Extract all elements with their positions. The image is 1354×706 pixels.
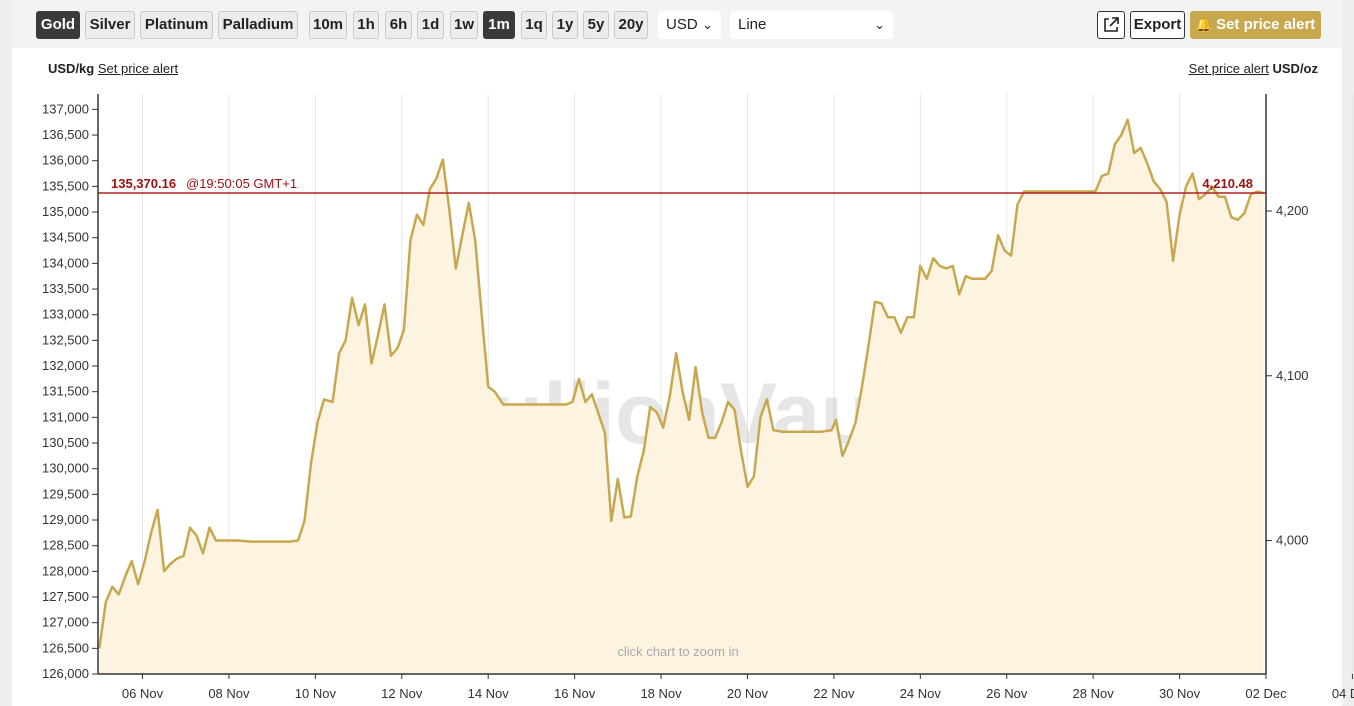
y-tick-label: 136,000 bbox=[42, 153, 89, 168]
y2-tick-label: 4,200 bbox=[1276, 203, 1309, 218]
y-tick-label: 130,000 bbox=[42, 461, 89, 476]
y2-tick-label: 4,100 bbox=[1276, 368, 1309, 383]
x-tick-label: 02 Dec bbox=[1245, 686, 1287, 701]
y-tick-label: 133,500 bbox=[42, 281, 89, 296]
y-tick-label: 127,500 bbox=[42, 589, 89, 604]
y-tick-label: 132,500 bbox=[42, 332, 89, 347]
y-tick-label: 135,000 bbox=[42, 204, 89, 219]
y-tick-label: 131,000 bbox=[42, 409, 89, 424]
y-tick-label: 131,500 bbox=[42, 384, 89, 399]
current-value-kg: 135,370.16 bbox=[111, 176, 176, 191]
x-tick-label: 10 Nov bbox=[295, 686, 337, 701]
zoom-hint: click chart to zoom in bbox=[617, 644, 738, 659]
x-tick-label: 18 Nov bbox=[640, 686, 682, 701]
x-tick-label: 20 Nov bbox=[727, 686, 769, 701]
y-tick-label: 126,500 bbox=[42, 640, 89, 655]
x-tick-label: 04 Dec bbox=[1332, 686, 1354, 701]
y-tick-label: 128,500 bbox=[42, 538, 89, 553]
current-time: @19:50:05 GMT+1 bbox=[186, 176, 297, 191]
y-tick-label: 132,000 bbox=[42, 358, 89, 373]
y-tick-label: 133,000 bbox=[42, 307, 89, 322]
x-tick-label: 26 Nov bbox=[986, 686, 1028, 701]
y-tick-label: 136,500 bbox=[42, 127, 89, 142]
x-tick-label: 12 Nov bbox=[381, 686, 423, 701]
x-tick-label: 16 Nov bbox=[554, 686, 596, 701]
current-value-oz: 4,210.48 bbox=[1202, 176, 1253, 191]
y-tick-label: 135,500 bbox=[42, 178, 89, 193]
y-tick-label: 137,000 bbox=[42, 101, 89, 116]
y-tick-label: 127,000 bbox=[42, 615, 89, 630]
y2-tick-label: 4,000 bbox=[1276, 533, 1309, 548]
y-tick-label: 129,000 bbox=[42, 512, 89, 527]
y-tick-label: 126,000 bbox=[42, 666, 89, 681]
x-tick-label: 28 Nov bbox=[1073, 686, 1115, 701]
y-tick-label: 134,500 bbox=[42, 230, 89, 245]
x-tick-label: 08 Nov bbox=[208, 686, 250, 701]
x-tick-label: 24 Nov bbox=[900, 686, 942, 701]
y-tick-label: 129,500 bbox=[42, 486, 89, 501]
y-tick-label: 134,000 bbox=[42, 255, 89, 270]
price-area bbox=[99, 119, 1264, 674]
x-tick-label: 14 Nov bbox=[468, 686, 510, 701]
price-chart[interactable]: BullionVault 135,370.16 @19:50:05 GMT+1 … bbox=[0, 0, 1354, 706]
x-tick-label: 30 Nov bbox=[1159, 686, 1201, 701]
y-tick-label: 130,500 bbox=[42, 435, 89, 450]
y-tick-label: 128,000 bbox=[42, 563, 89, 578]
x-tick-label: 22 Nov bbox=[813, 686, 855, 701]
x-tick-label: 06 Nov bbox=[122, 686, 164, 701]
